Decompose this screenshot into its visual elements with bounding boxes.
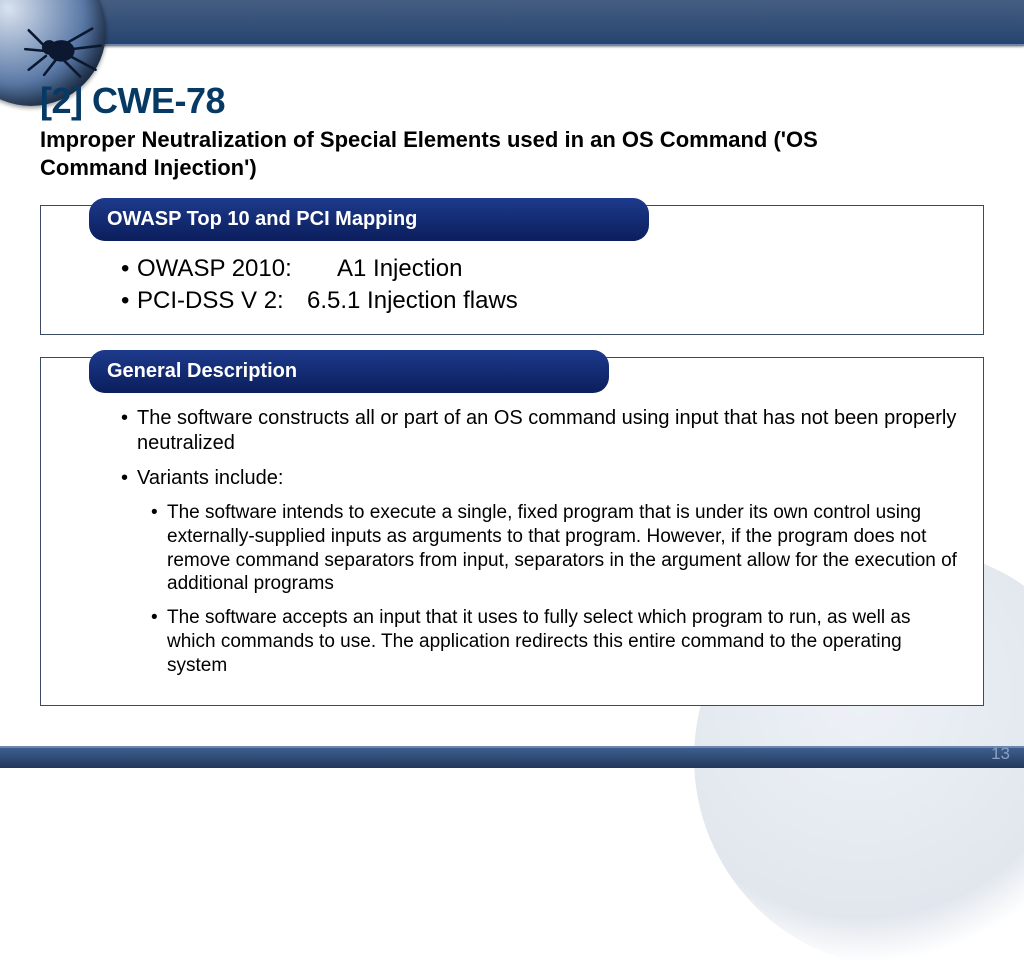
list-item: • OWASP 2010: A1 Injection [121, 254, 963, 284]
list-item: • The software accepts an input that it … [151, 606, 963, 677]
desc-text: Variants include: [137, 466, 283, 491]
desc-sub-text: The software accepts an input that it us… [167, 606, 963, 677]
mapping-val: A1 Injection [337, 254, 462, 284]
slide-body: [2] CWE-78 Improper Neutralization of Sp… [40, 80, 984, 728]
bullet-icon: • [121, 466, 137, 491]
mapping-content: • OWASP 2010: A1 Injection • PCI-DSS V 2… [121, 254, 963, 316]
bullet-icon: • [121, 254, 137, 284]
list-item: • PCI-DSS V 2: 6.5.1 Injection flaws [121, 286, 963, 316]
desc-text: The software constructs all or part of a… [137, 406, 963, 456]
mapping-pill: OWASP Top 10 and PCI Mapping [89, 198, 649, 241]
description-content: • The software constructs all or part of… [121, 406, 963, 677]
mapping-key: PCI-DSS V 2: [137, 286, 307, 316]
sub-list: • The software intends to execute a sing… [151, 501, 963, 677]
description-pill: General Description [89, 350, 609, 393]
list-item: • The software constructs all or part of… [121, 406, 963, 456]
page-number: 13 [991, 744, 1010, 764]
mapping-key: OWASP 2010: [137, 254, 337, 284]
slide-subtitle: Improper Neutralization of Special Eleme… [40, 126, 920, 181]
desc-sub-text: The software intends to execute a single… [167, 501, 963, 596]
list-item: • The software intends to execute a sing… [151, 501, 963, 596]
description-box: General Description • The software const… [40, 357, 984, 706]
top-band [0, 0, 1024, 46]
bullet-icon: • [151, 501, 167, 525]
mapping-box: OWASP Top 10 and PCI Mapping • OWASP 201… [40, 205, 984, 335]
bullet-icon: • [121, 286, 137, 316]
bullet-icon: • [151, 606, 167, 630]
list-item: • Variants include: [121, 466, 963, 491]
bullet-icon: • [121, 406, 137, 431]
slide-title: [2] CWE-78 [40, 80, 984, 122]
bottom-band [0, 746, 1024, 768]
mapping-val: 6.5.1 Injection flaws [307, 286, 518, 316]
